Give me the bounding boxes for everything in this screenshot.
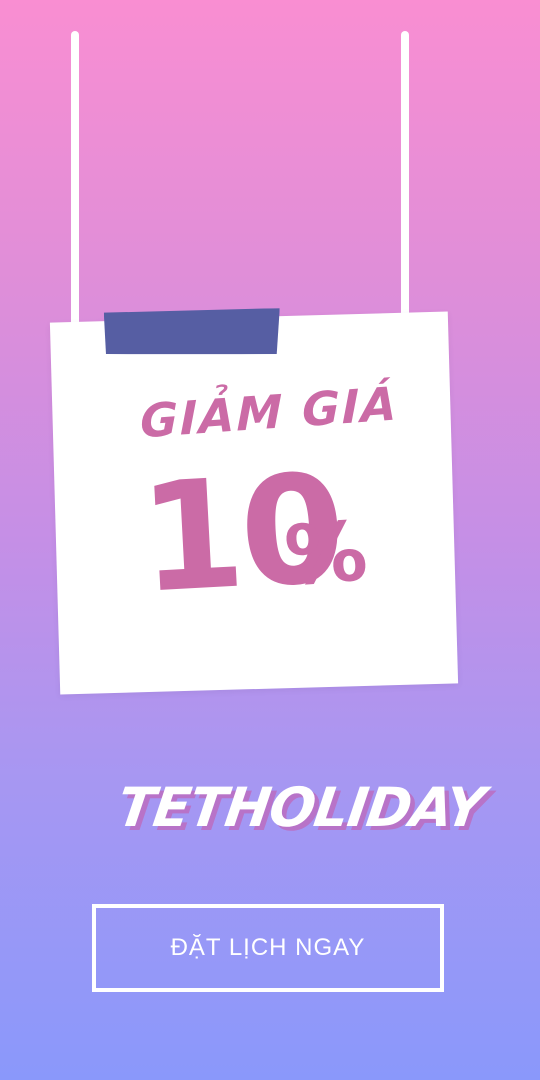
- tape-strip: [104, 308, 280, 356]
- book-now-label: ĐẶT LỊCH NGAY: [170, 934, 366, 961]
- hanging-string-right: [401, 31, 409, 325]
- book-now-button[interactable]: ĐẶT LỊCH NGAY: [92, 904, 444, 992]
- brand-name: TETHOLIDAY: [113, 776, 489, 839]
- discount-unit: %: [281, 504, 371, 605]
- hanging-string-left: [71, 31, 79, 349]
